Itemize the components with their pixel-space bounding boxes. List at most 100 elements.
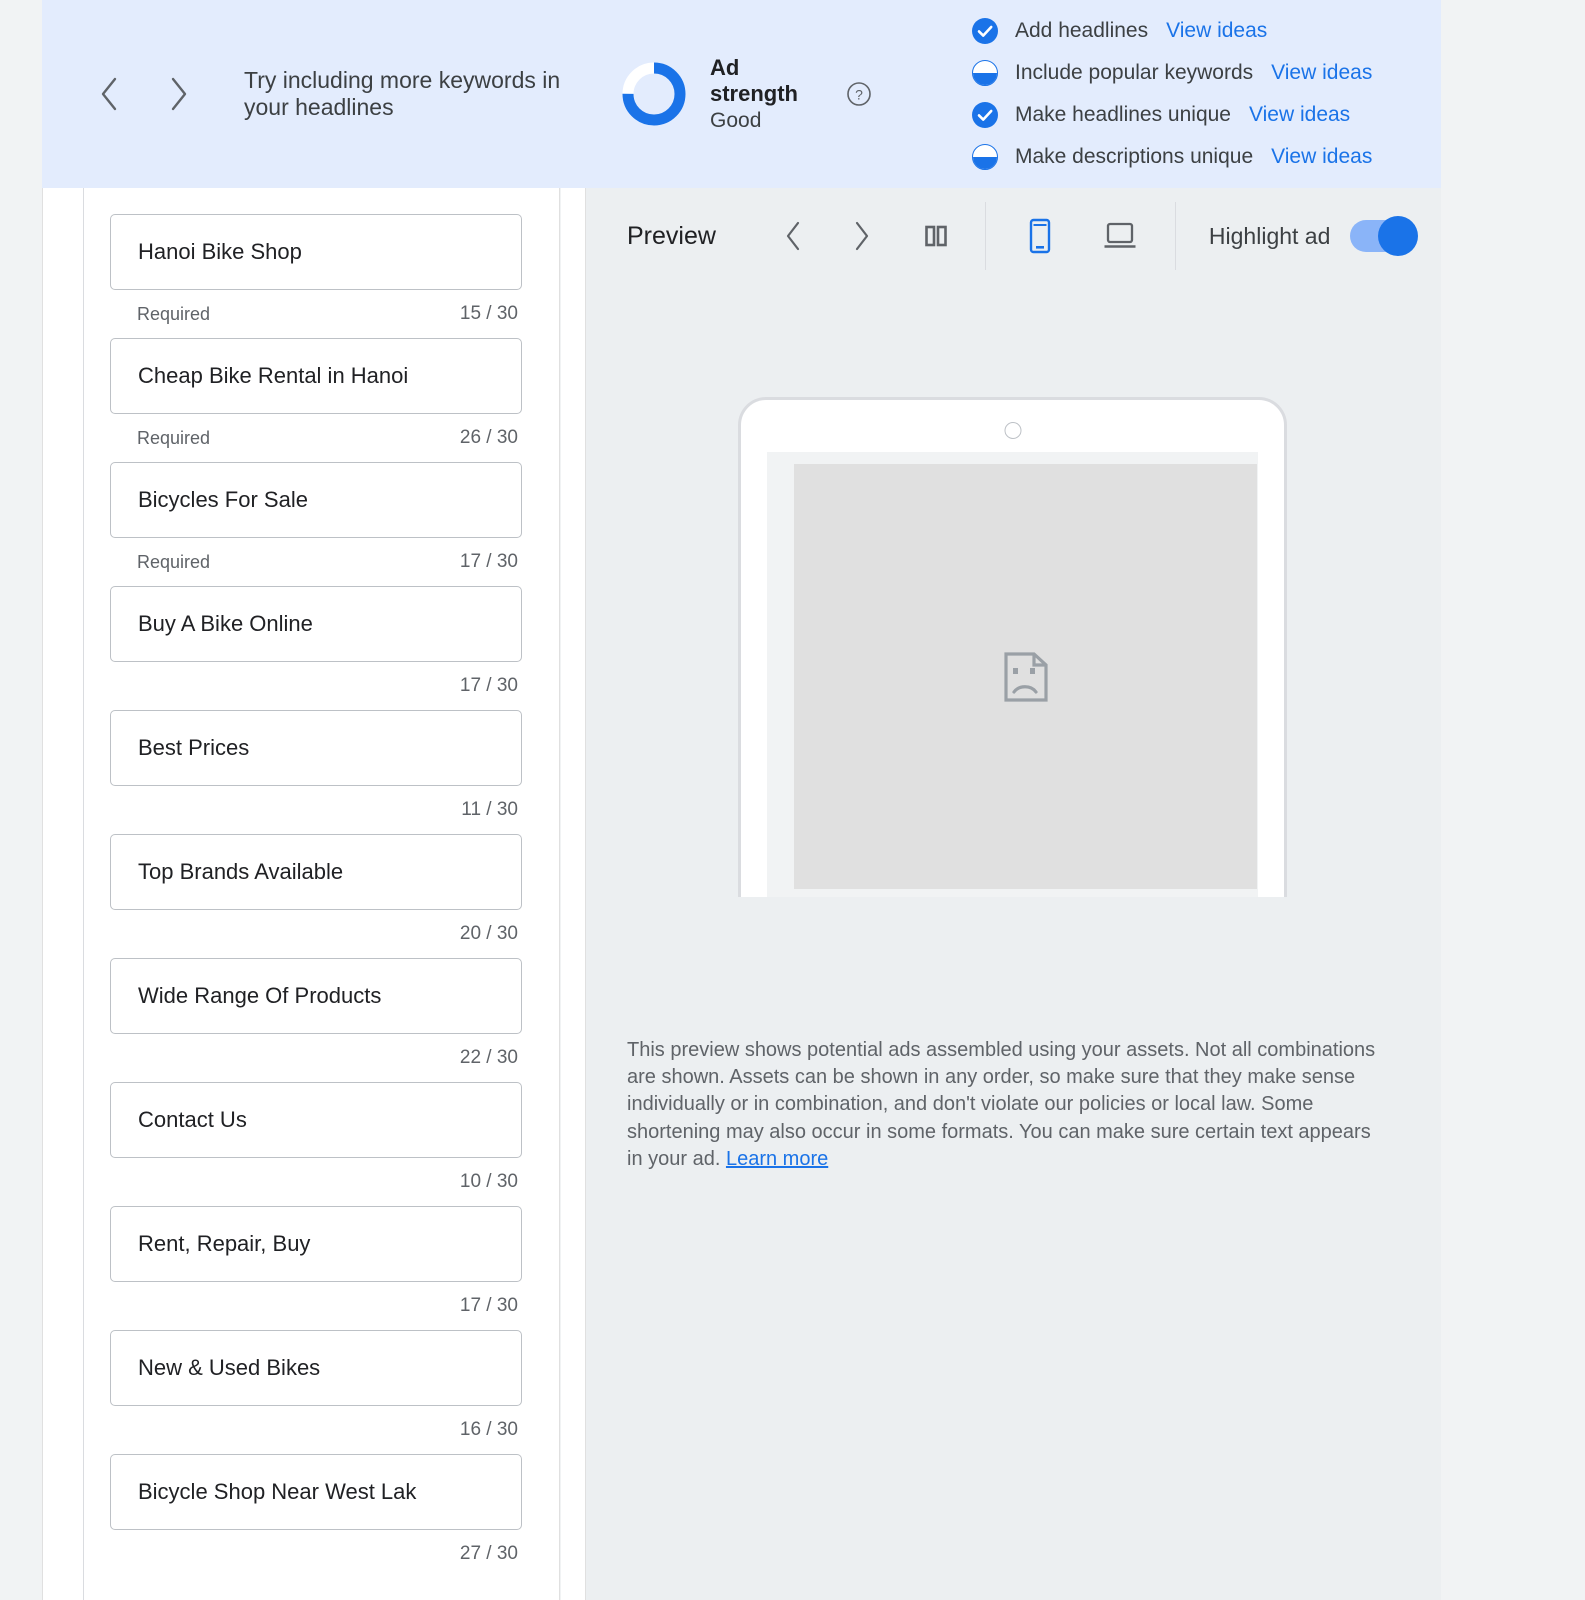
headline-char-count: 22 / 30 — [459, 1047, 518, 1068]
headline-required-label: Required — [137, 551, 211, 572]
headline-input[interactable]: Contact Us — [110, 1082, 522, 1158]
headline-value: Best Prices — [138, 735, 250, 760]
headline-value: Hanoi Bike Shop — [138, 239, 302, 264]
pause-icon[interactable] — [919, 219, 953, 253]
checklist-item-label: Add headlines — [1015, 19, 1149, 42]
headline-meta: 16 / 30 — [110, 1406, 522, 1454]
view-ideas-link[interactable]: View ideas — [1271, 145, 1372, 169]
headline-char-count: 15 / 30 — [459, 303, 518, 324]
check-complete-icon — [972, 18, 998, 44]
headline-input[interactable]: Wide Range Of Products — [110, 958, 522, 1034]
checklist-item-label: Make headlines unique — [1015, 103, 1231, 126]
check-partial-icon — [972, 144, 998, 170]
device-camera-icon — [1004, 422, 1021, 439]
device-screen — [767, 452, 1258, 897]
checklist-item: Add headlines View ideas — [972, 15, 1372, 47]
headline-meta: 10 / 30 — [110, 1158, 522, 1206]
ad-strength-text: Ad strength Good — [710, 55, 818, 133]
device-preview-frame — [738, 397, 1287, 897]
checklist-item-label: Include popular keywords — [1015, 61, 1254, 84]
headline-value: New & Used Bikes — [138, 1355, 321, 1380]
headline-char-count: 17 / 30 — [459, 551, 518, 572]
view-ideas-link[interactable]: View ideas — [1271, 61, 1372, 85]
ad-strength-label: Ad strength — [710, 54, 798, 106]
view-ideas-link[interactable]: View ideas — [1166, 19, 1267, 43]
checklist-item-label: Make descriptions unique — [1015, 145, 1254, 168]
headline-char-count: 20 / 30 — [459, 923, 518, 944]
headline-value: Bicycles For Sale — [138, 487, 308, 512]
headline-meta: 20 / 30 — [110, 910, 522, 958]
headline-input[interactable]: Rent, Repair, Buy — [110, 1206, 522, 1282]
headline-input[interactable]: Best Prices — [110, 710, 522, 786]
headline-input[interactable]: New & Used Bikes — [110, 1330, 522, 1406]
banner-nav-arrows — [92, 72, 196, 116]
check-partial-icon — [972, 60, 998, 86]
headline-field-group: Contact Us 10 / 30 — [110, 1082, 522, 1206]
ad-image-placeholder — [794, 464, 1257, 889]
headline-meta: 11 / 30 — [110, 786, 522, 834]
headline-char-count: 11 / 30 — [461, 799, 518, 820]
headlines-list: Hanoi Bike Shop Required 15 / 30 Cheap Bike… — [83, 188, 561, 1600]
headline-field-group: Wide Range Of Products 22 / 30 — [110, 958, 522, 1082]
headline-char-count: 26 / 30 — [459, 427, 518, 448]
desktop-device-icon[interactable] — [1101, 217, 1139, 255]
ad-strength-summary: Ad strength Good ? — [620, 55, 872, 133]
headline-field-group: Buy A Bike Online 17 / 30 — [110, 586, 522, 710]
preview-next-icon[interactable] — [848, 216, 876, 256]
learn-more-link[interactable]: Learn more — [726, 1148, 828, 1170]
headline-input[interactable]: Bicycles For Sale — [110, 462, 522, 538]
headline-value: Cheap Bike Rental in Hanoi — [138, 363, 409, 388]
headline-char-count: 17 / 30 — [459, 675, 518, 696]
preview-disclaimer: This preview shows potential ads assembl… — [627, 1037, 1387, 1173]
headline-input[interactable]: Cheap Bike Rental in Hanoi — [110, 338, 522, 414]
headline-value: Top Brands Available — [138, 859, 344, 884]
headline-field-group: Cheap Bike Rental in Hanoi Required 26 / 3… — [110, 338, 522, 462]
headline-meta: Required 17 / 30 — [110, 538, 522, 586]
headline-field-group: Hanoi Bike Shop Required 15 / 30 — [110, 214, 522, 338]
headline-input[interactable]: Hanoi Bike Shop — [110, 214, 522, 290]
svg-text:?: ? — [855, 87, 863, 103]
preview-prev-icon[interactable] — [779, 216, 807, 256]
headline-required-label: Required — [137, 303, 211, 324]
checklist-item: Make headlines unique View ideas — [972, 99, 1372, 131]
chevron-right-icon[interactable] — [162, 72, 196, 116]
toggle-thumb — [1378, 216, 1419, 256]
toolbar-divider — [984, 202, 986, 270]
headline-meta: 17 / 30 — [110, 1282, 522, 1330]
headline-meta: Required 15 / 30 — [110, 290, 522, 338]
panel-gap — [561, 188, 586, 1600]
ad-strength-banner: Try including more keywords in your head… — [42, 0, 1441, 188]
headline-value: Rent, Repair, Buy — [138, 1231, 311, 1256]
broken-document-icon — [1003, 651, 1048, 702]
headline-field-group: Top Brands Available 20 / 30 — [110, 834, 522, 958]
view-ideas-link[interactable]: View ideas — [1249, 103, 1350, 127]
preview-toolbar: Preview Highlight ad — [586, 188, 1441, 284]
headline-value: Wide Range Of Products — [138, 983, 382, 1008]
highlight-ad-label: Highlight ad — [1208, 222, 1331, 249]
headline-field-group: Bicycles For Sale Required 17 / 30 — [110, 462, 522, 586]
headline-value: Bicycle Shop Near West Lak — [138, 1479, 417, 1504]
toolbar-divider — [1174, 202, 1176, 270]
headline-char-count: 16 / 30 — [459, 1419, 518, 1440]
ad-strength-donut — [620, 60, 688, 128]
headline-meta: 17 / 30 — [110, 662, 522, 710]
ad-strength-value: Good — [710, 109, 762, 133]
checklist-item: Make descriptions unique View ideas — [972, 141, 1372, 173]
headline-value: Buy A Bike Online — [138, 611, 313, 636]
headline-char-count: 27 / 30 — [459, 1543, 518, 1564]
headline-field-group: Rent, Repair, Buy 17 / 30 — [110, 1206, 522, 1330]
headline-input[interactable]: Buy A Bike Online — [110, 586, 522, 662]
headline-input[interactable]: Top Brands Available — [110, 834, 522, 910]
chevron-left-icon[interactable] — [92, 72, 126, 116]
editor-content: Hanoi Bike Shop Required 15 / 30 Cheap Bike… — [0, 188, 1585, 1600]
headline-meta: Required 26 / 30 — [110, 414, 522, 462]
highlight-ad-control: Highlight ad — [1208, 216, 1419, 256]
headline-input[interactable]: Bicycle Shop Near West Lak — [110, 1454, 522, 1530]
mobile-device-icon[interactable] — [1021, 217, 1059, 255]
headline-meta: 27 / 30 — [110, 1530, 522, 1578]
help-circle-icon[interactable]: ? — [846, 81, 872, 107]
checklist-item: Include popular keywords View ideas — [972, 57, 1372, 89]
highlight-ad-toggle[interactable] — [1350, 216, 1419, 256]
headline-field-group: Best Prices 11 / 30 — [110, 710, 522, 834]
ad-strength-checklist: Add headlines View ideas Include popular… — [972, 15, 1372, 173]
